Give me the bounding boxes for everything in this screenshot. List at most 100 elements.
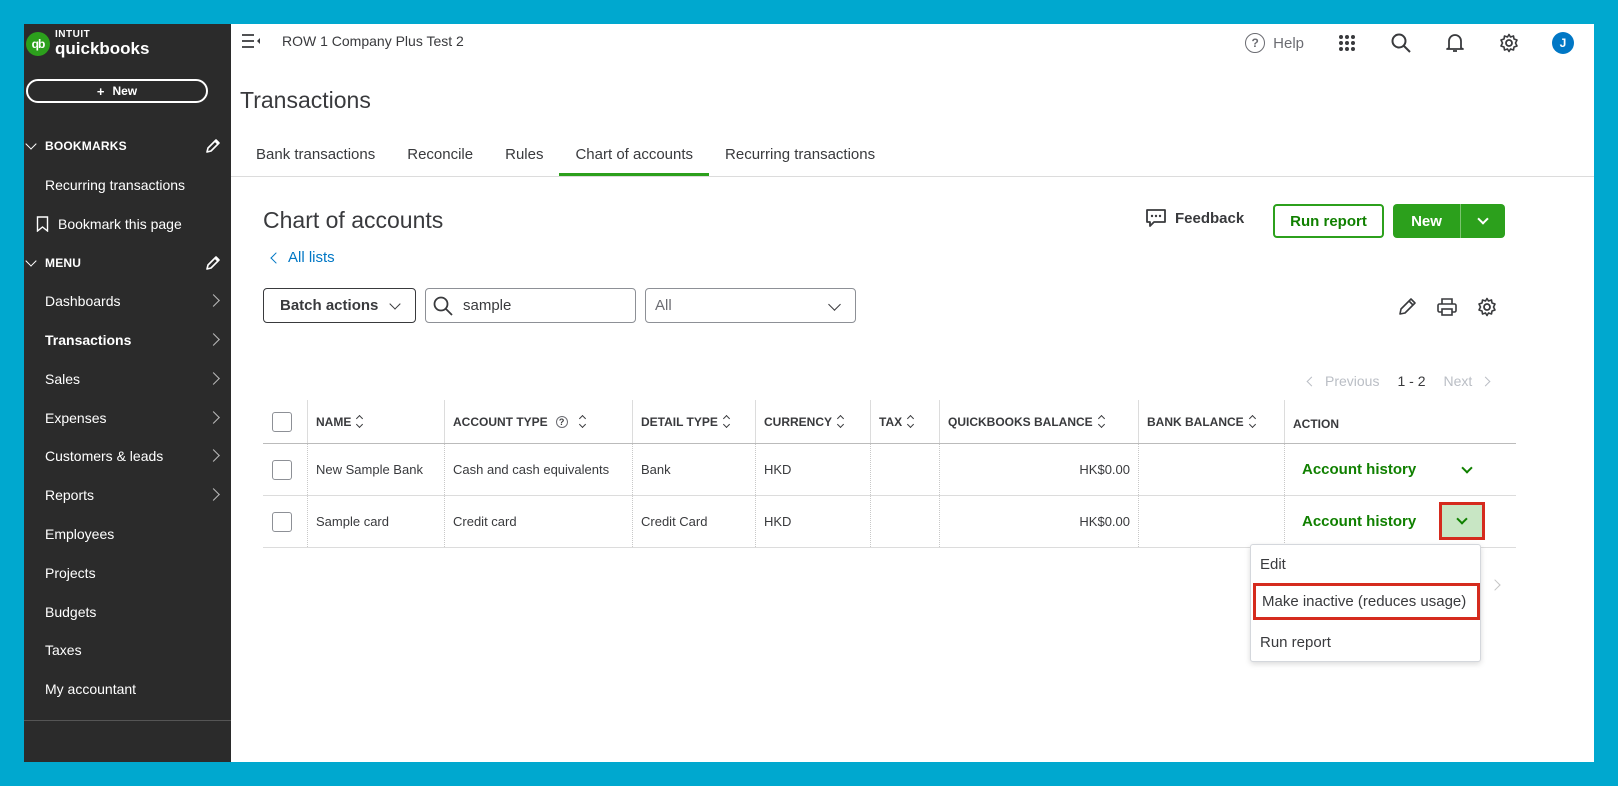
search-input[interactable] bbox=[463, 297, 623, 314]
info-icon[interactable]: ? bbox=[555, 415, 568, 428]
tab-reconcile[interactable]: Reconcile bbox=[391, 138, 489, 176]
filter-value: All bbox=[655, 297, 672, 314]
column-header-name[interactable]: NAME bbox=[307, 400, 444, 443]
section-title: Chart of accounts bbox=[263, 207, 444, 233]
sidebar-item-projects[interactable]: Projects bbox=[24, 557, 231, 589]
row-action-dropdown-highlighted[interactable] bbox=[1439, 502, 1485, 540]
header-label: ACCOUNT TYPE bbox=[453, 414, 548, 429]
chevron-down-icon bbox=[389, 298, 401, 310]
sort-icon bbox=[1248, 414, 1256, 429]
settings-gear-icon[interactable] bbox=[1498, 32, 1520, 54]
apps-grid-icon[interactable] bbox=[1336, 32, 1358, 54]
sidebar-item-expenses[interactable]: Expenses bbox=[24, 402, 231, 434]
row-checkbox[interactable] bbox=[272, 459, 292, 480]
sidebar-item-recurring-transactions[interactable]: Recurring transactions bbox=[24, 169, 231, 201]
sidebar-item-reports[interactable]: Reports bbox=[24, 479, 231, 511]
column-header-detail-type[interactable]: DETAIL TYPE bbox=[632, 400, 755, 443]
chevron-down-icon bbox=[1477, 213, 1489, 225]
column-header-account-type[interactable]: ACCOUNT TYPE? bbox=[444, 400, 632, 443]
sidebar-item-customers-leads[interactable]: Customers & leads bbox=[24, 440, 231, 472]
table-settings-gear-icon[interactable] bbox=[1476, 296, 1498, 318]
notifications-bell-icon[interactable] bbox=[1444, 32, 1466, 54]
search-icon[interactable] bbox=[1390, 32, 1412, 54]
cell-name: Sample card bbox=[307, 496, 444, 547]
help-button[interactable]: ? Help bbox=[1245, 33, 1304, 53]
previous-page-button[interactable]: Previous bbox=[1306, 373, 1379, 389]
bookmarks-header[interactable]: BOOKMARKS bbox=[24, 134, 231, 158]
print-icon[interactable] bbox=[1436, 296, 1458, 318]
user-avatar[interactable]: J bbox=[1552, 32, 1574, 54]
chevron-right-icon bbox=[207, 372, 220, 385]
header-label: BANK BALANCE bbox=[1147, 414, 1244, 429]
chevron-down-icon bbox=[1461, 462, 1473, 474]
sidebar-item-budgets[interactable]: Budgets bbox=[24, 596, 231, 628]
cell-tax bbox=[870, 496, 939, 547]
table-row[interactable]: Sample card Credit card Credit Card HKD … bbox=[263, 496, 1516, 548]
chevron-right-icon bbox=[207, 488, 220, 501]
cell-detail-type: Credit Card bbox=[632, 496, 755, 547]
tab-bank-transactions[interactable]: Bank transactions bbox=[240, 138, 391, 176]
sidebar-item-dashboards[interactable]: Dashboards bbox=[24, 285, 231, 317]
sidebar-item-transactions[interactable]: Transactions bbox=[24, 324, 231, 356]
tab-chart-of-accounts[interactable]: Chart of accounts bbox=[559, 138, 709, 176]
column-header-tax[interactable]: TAX bbox=[870, 400, 939, 443]
bookmark-this-page[interactable]: Bookmark this page bbox=[24, 208, 231, 240]
row-action-dropdown[interactable] bbox=[1455, 458, 1479, 482]
cell-bank-balance bbox=[1138, 444, 1284, 495]
sidebar-item-taxes[interactable]: Taxes bbox=[24, 634, 231, 666]
row-checkbox[interactable] bbox=[272, 511, 292, 532]
tab-recurring-transactions[interactable]: Recurring transactions bbox=[709, 138, 891, 176]
column-header-currency[interactable]: CURRENCY bbox=[755, 400, 870, 443]
sidebar-item-sales[interactable]: Sales bbox=[24, 363, 231, 395]
account-history-link[interactable]: Account history bbox=[1302, 461, 1416, 478]
sidebar-item-label: Taxes bbox=[45, 642, 82, 658]
select-all-cell bbox=[263, 400, 307, 443]
select-all-checkbox[interactable] bbox=[272, 411, 292, 432]
sidebar-item-label: Sales bbox=[45, 371, 81, 387]
column-header-bank-balance[interactable]: BANK BALANCE bbox=[1138, 400, 1284, 443]
all-lists-link[interactable]: All lists bbox=[270, 249, 335, 266]
run-report-button[interactable]: Run report bbox=[1273, 204, 1384, 238]
account-history-link[interactable]: Account history bbox=[1302, 513, 1416, 530]
search-icon bbox=[433, 296, 453, 316]
new-account-split-button: New bbox=[1393, 204, 1505, 238]
account-type-filter[interactable]: All bbox=[645, 288, 856, 323]
sidebar: qb INTUIT quickbooks + New BOOKMARKS Rec… bbox=[24, 24, 231, 762]
column-header-quickbooks-balance[interactable]: QUICKBOOKS BALANCE bbox=[939, 400, 1138, 443]
menu-item-make-inactive[interactable]: Make inactive (reduces usage) bbox=[1253, 583, 1480, 620]
menu-item-edit[interactable]: Edit bbox=[1251, 548, 1482, 580]
feedback-button[interactable]: Feedback bbox=[1145, 208, 1244, 228]
quickbooks-logo[interactable]: qb INTUIT quickbooks bbox=[26, 30, 149, 57]
cell-quickbooks-balance: HK$0.00 bbox=[939, 496, 1138, 547]
row-select-cell bbox=[263, 444, 307, 495]
cell-currency: HKD bbox=[755, 496, 870, 547]
sidebar-item-employees[interactable]: Employees bbox=[24, 518, 231, 550]
next-page-button[interactable]: Next bbox=[1443, 373, 1491, 389]
sidebar-item-label: Customers & leads bbox=[45, 448, 164, 464]
plus-icon: + bbox=[96, 83, 105, 99]
sidebar-new-button[interactable]: + New bbox=[26, 79, 208, 103]
menu-header-label: MENU bbox=[45, 256, 82, 270]
edit-menu-pencil-icon[interactable] bbox=[205, 255, 221, 274]
tab-rules[interactable]: Rules bbox=[489, 138, 559, 176]
cell-action: Account history bbox=[1284, 444, 1516, 495]
sort-icon bbox=[907, 414, 915, 429]
chevron-right-icon bbox=[1480, 376, 1491, 386]
new-dropdown-toggle[interactable] bbox=[1461, 204, 1505, 238]
collapse-menu-icon[interactable] bbox=[241, 32, 263, 55]
menu-item-run-report[interactable]: Run report bbox=[1251, 626, 1482, 658]
batch-actions-dropdown[interactable]: Batch actions bbox=[263, 288, 416, 323]
menu-header[interactable]: MENU bbox=[24, 251, 231, 275]
column-header-action: ACTION bbox=[1284, 400, 1516, 443]
edit-bookmarks-pencil-icon[interactable] bbox=[205, 138, 221, 157]
edit-pencil-icon[interactable] bbox=[1396, 296, 1418, 318]
new-account-button[interactable]: New bbox=[1393, 204, 1461, 238]
table-row[interactable]: New Sample Bank Cash and cash equivalent… bbox=[263, 444, 1516, 496]
qb-logo-mark: qb bbox=[26, 31, 50, 56]
scroll-right-chevron-icon[interactable] bbox=[1489, 579, 1501, 591]
row-action-menu: Edit Make inactive (reduces usage) Run r… bbox=[1250, 544, 1481, 662]
cell-quickbooks-balance: HK$0.00 bbox=[939, 444, 1138, 495]
sidebar-item-label: Bookmark this page bbox=[58, 216, 182, 232]
sidebar-item-label: Employees bbox=[45, 526, 115, 542]
sidebar-item-my-accountant[interactable]: My accountant bbox=[24, 673, 231, 705]
